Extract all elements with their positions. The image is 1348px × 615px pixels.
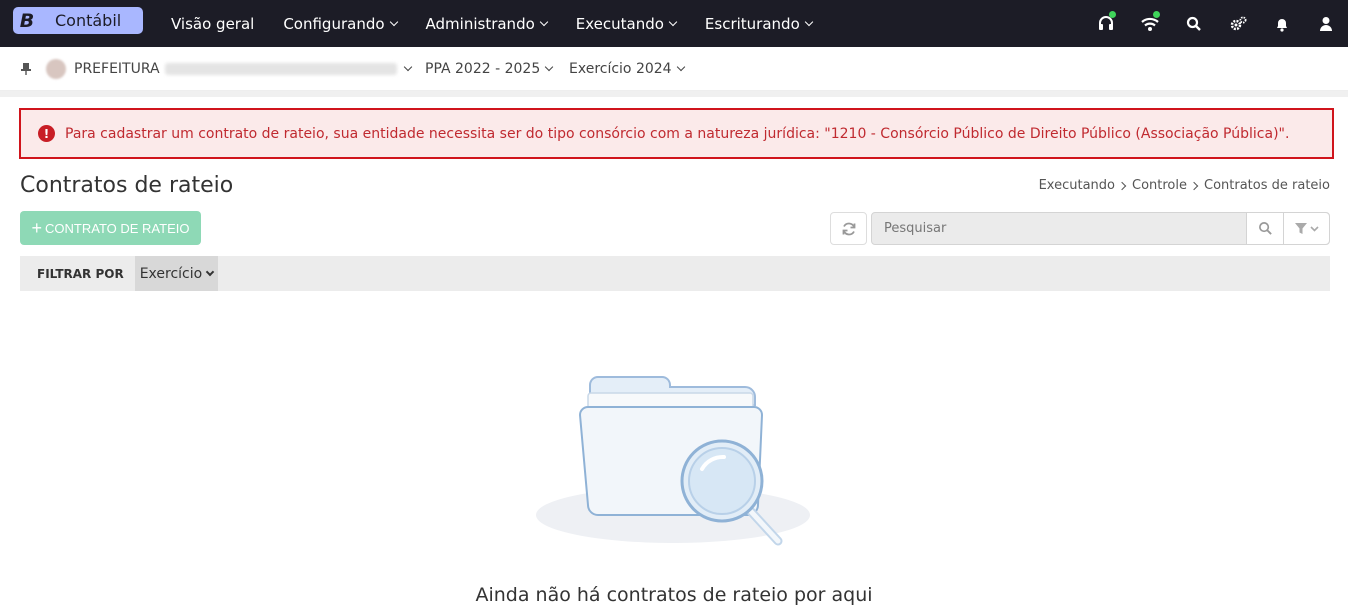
add-contrato-button[interactable]: + CONTRATO DE RATEIO bbox=[20, 211, 201, 245]
chevron-down-icon bbox=[544, 62, 554, 71]
brand-logo: B bbox=[19, 9, 35, 32]
breadcrumb: Executando Controle Contratos de rateio bbox=[1039, 178, 1330, 193]
chevron-down-icon bbox=[389, 17, 398, 26]
nav-executando[interactable]: Executando bbox=[575, 14, 678, 33]
chevron-down-icon bbox=[539, 17, 549, 26]
app-brand[interactable]: B Contábil bbox=[13, 7, 143, 34]
refresh-icon bbox=[842, 222, 855, 235]
empty-folder-illustration bbox=[536, 376, 810, 546]
nav-label: Escriturando bbox=[704, 14, 800, 33]
chevron-down-icon bbox=[804, 17, 813, 26]
breadcrumb-item[interactable]: Executando bbox=[1039, 178, 1115, 193]
entity-logo bbox=[46, 58, 66, 79]
nav-escriturando[interactable]: Escriturando bbox=[704, 14, 813, 33]
exercicio-selector[interactable]: Exercício 2024 bbox=[569, 60, 685, 77]
pin-icon[interactable] bbox=[20, 61, 32, 80]
user-icon[interactable] bbox=[1304, 0, 1348, 47]
status-dot bbox=[1153, 11, 1160, 18]
search-button[interactable] bbox=[1246, 213, 1283, 244]
divider bbox=[0, 91, 1348, 97]
entity-selector[interactable]: PREFEITURA bbox=[46, 58, 412, 79]
search-icon bbox=[1258, 222, 1272, 235]
page-title: Contratos de rateio bbox=[20, 173, 234, 198]
bell-icon[interactable] bbox=[1260, 0, 1304, 47]
top-icons bbox=[1084, 0, 1348, 47]
chevron-down-icon bbox=[668, 17, 678, 26]
chevron-down-icon bbox=[676, 62, 685, 71]
exclamation-icon: ! bbox=[38, 125, 55, 142]
plus-icon: + bbox=[31, 217, 43, 238]
filter-bar: FILTRAR POR Exercício bbox=[20, 256, 1330, 291]
filter-button[interactable] bbox=[1283, 213, 1329, 244]
nav-label: Visão geral bbox=[171, 14, 255, 33]
chevron-right-icon bbox=[1117, 181, 1127, 190]
ppa-label: PPA 2022 - 2025 bbox=[425, 60, 541, 77]
entity-name-redacted bbox=[164, 62, 397, 75]
breadcrumb-item: Contratos de rateio bbox=[1204, 178, 1330, 193]
wifi-icon[interactable] bbox=[1128, 0, 1172, 47]
context-bar: PREFEITURA PPA 2022 - 2025 Exercício 202… bbox=[0, 47, 1348, 91]
nav-label: Configurando bbox=[283, 14, 385, 33]
filter-value: Exercício bbox=[139, 265, 203, 282]
support-icon[interactable] bbox=[1084, 0, 1128, 47]
search-box bbox=[871, 212, 1330, 245]
settings-icon[interactable] bbox=[1216, 0, 1260, 47]
nav-administrando[interactable]: Administrando bbox=[425, 14, 549, 33]
app-name: Contábil bbox=[55, 11, 122, 30]
top-navbar: B Contábil Visão geral Configurando Admi… bbox=[0, 0, 1348, 47]
empty-state-message: Ainda não há contratos de rateio por aqu… bbox=[475, 584, 873, 606]
error-alert: ! Para cadastrar um contrato de rateio, … bbox=[19, 108, 1334, 159]
chevron-right-icon bbox=[1189, 181, 1199, 190]
search-input[interactable] bbox=[872, 213, 1246, 244]
nav-visao-geral[interactable]: Visão geral bbox=[171, 15, 254, 33]
status-dot bbox=[1109, 11, 1116, 18]
exercicio-label: Exercício 2024 bbox=[569, 60, 672, 77]
add-button-label: CONTRATO DE RATEIO bbox=[45, 220, 190, 236]
nav-label: Administrando bbox=[425, 14, 535, 33]
chevron-down-icon bbox=[205, 267, 215, 276]
entity-label: PREFEITURA bbox=[74, 60, 160, 77]
breadcrumb-item[interactable]: Controle bbox=[1132, 178, 1187, 193]
nav-label: Executando bbox=[575, 14, 664, 33]
filter-icon bbox=[1294, 222, 1319, 234]
refresh-button[interactable] bbox=[830, 212, 867, 245]
ppa-selector[interactable]: PPA 2022 - 2025 bbox=[425, 60, 554, 77]
nav-configurando[interactable]: Configurando bbox=[283, 14, 398, 33]
chevron-down-icon bbox=[403, 62, 412, 71]
search-icon[interactable] bbox=[1172, 0, 1216, 47]
alert-message: Para cadastrar um contrato de rateio, su… bbox=[65, 125, 1290, 142]
exercicio-filter-select[interactable]: Exercício bbox=[134, 256, 219, 291]
main-nav: Visão geral Configurando Administrando E… bbox=[171, 0, 841, 47]
filter-label: FILTRAR POR bbox=[37, 266, 124, 281]
